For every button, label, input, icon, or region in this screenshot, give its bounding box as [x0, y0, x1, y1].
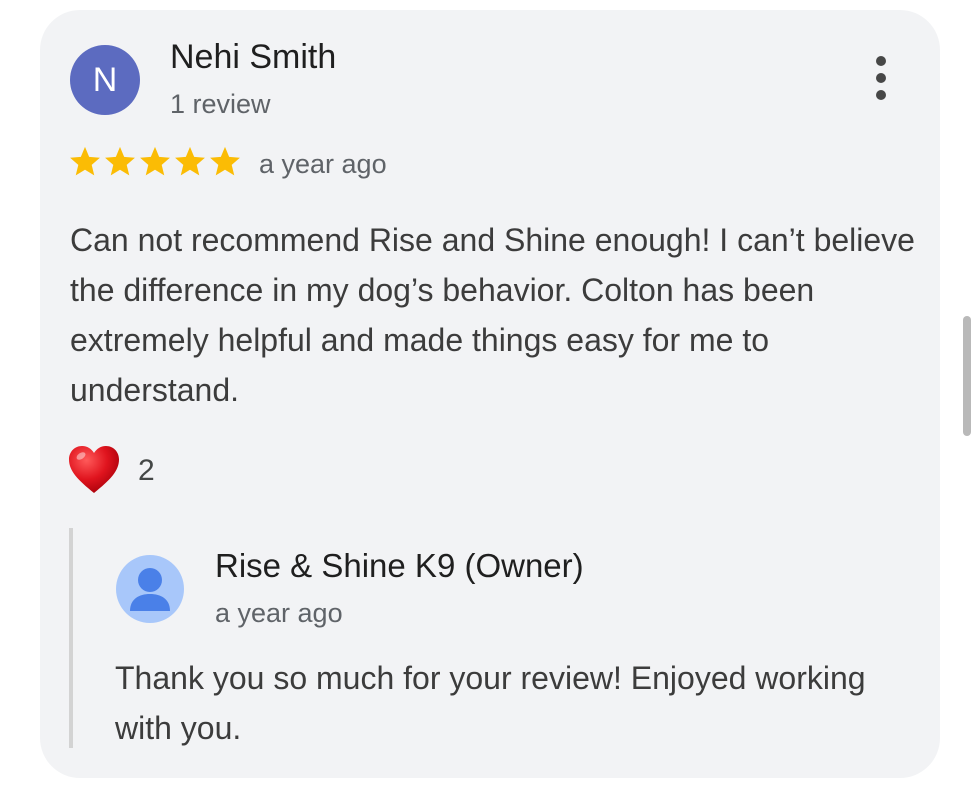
star-icon	[140, 146, 170, 176]
owner-reply-text: Thank you so much for your review! Enjoy…	[115, 660, 866, 746]
owner-name[interactable]: Rise & Shine K9 (Owner)	[215, 547, 584, 585]
review-text: Can not recommend Rise and Shine enough!…	[70, 222, 915, 408]
reviewer-name[interactable]: Nehi Smith	[170, 38, 336, 77]
reviewer-avatar[interactable]: N	[70, 45, 140, 115]
star-icon	[70, 146, 100, 176]
reviewer-initial: N	[92, 61, 118, 99]
reaction-count: 2	[138, 454, 155, 487]
more-options-button[interactable]	[860, 56, 902, 100]
reaction-button[interactable]	[66, 442, 122, 498]
review-card: N Nehi Smith 1 review a year ago Can not…	[40, 10, 940, 778]
star-icon	[105, 146, 135, 176]
review-time: a year ago	[259, 149, 387, 179]
star-icon	[175, 146, 205, 176]
star-rating	[68, 145, 243, 181]
scrollbar-thumb[interactable]	[963, 316, 971, 436]
owner-reply-time: a year ago	[215, 598, 343, 628]
star-icon	[210, 146, 240, 176]
person-icon	[116, 555, 184, 623]
owner-avatar[interactable]	[116, 555, 184, 623]
heart-icon	[69, 446, 119, 493]
reviewer-review-count: 1 review	[170, 89, 271, 119]
reply-divider	[69, 528, 73, 748]
